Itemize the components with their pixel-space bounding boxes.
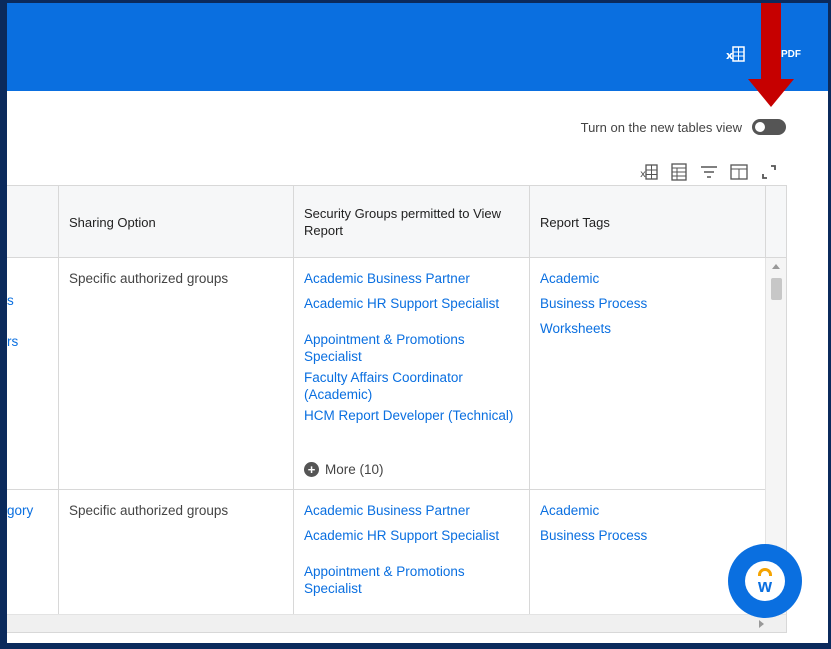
column-header-sharing-option[interactable]: Sharing Option	[59, 186, 294, 258]
column-header-truncated[interactable]	[7, 186, 59, 258]
annotation-arrow-head	[748, 79, 794, 107]
more-label: More (10)	[325, 462, 384, 477]
report-tag-link[interactable]: Business Process	[540, 295, 755, 312]
column-header-security-groups[interactable]: Security Groups permitted to View Report	[294, 186, 530, 258]
plus-circle-icon: +	[304, 462, 319, 477]
truncated-link[interactable]: s	[7, 292, 48, 309]
report-table: Sharing Option Security Groups permitted…	[7, 185, 787, 633]
scroll-up-arrow-icon[interactable]	[772, 264, 780, 269]
logo-w: w	[757, 575, 772, 596]
report-tag-link[interactable]: Worksheets	[540, 320, 755, 337]
security-groups-cell: Academic Business Partner Academic HR Su…	[294, 258, 530, 489]
report-tag-link[interactable]: Academic	[540, 502, 755, 519]
report-tags-cell: Academic Business Process Worksheets	[530, 258, 766, 489]
workday-logo-icon: w	[745, 561, 785, 601]
columns-icon[interactable]	[730, 163, 748, 181]
chat-assistant-button[interactable]: w	[728, 544, 802, 618]
security-group-link[interactable]: Appointment & Promotions Specialist	[304, 331, 519, 365]
truncated-link[interactable]: rs	[7, 333, 48, 350]
svg-text:x: x	[640, 169, 646, 180]
security-group-link[interactable]: Appointment & Promotions Specialist	[304, 563, 519, 597]
truncated-link[interactable]: gory	[7, 502, 48, 519]
more-button[interactable]: + More (10)	[304, 462, 384, 477]
security-group-link[interactable]: Faculty Affairs Coordinator (Academic)	[304, 369, 519, 403]
truncated-cell: s rs	[7, 258, 59, 489]
excel-export-icon[interactable]: x	[725, 43, 747, 65]
toggle-knob	[755, 122, 765, 132]
logo-arc	[758, 568, 772, 576]
scrollbar-thumb[interactable]	[771, 278, 782, 300]
new-tables-view-toggle-row: Turn on the new tables view	[581, 119, 786, 135]
table-toolbar: x	[640, 163, 778, 181]
security-group-link[interactable]: Academic HR Support Specialist	[304, 295, 519, 312]
sharing-option-cell: Specific authorized groups	[59, 258, 294, 489]
scroll-right-arrow-icon[interactable]	[759, 620, 764, 628]
security-group-link[interactable]: HCM Report Developer (Technical)	[304, 407, 519, 424]
page-header: x PDF	[7, 3, 828, 91]
sharing-option-cell: Specific authorized groups	[59, 490, 294, 614]
security-group-link[interactable]: Academic Business Partner	[304, 270, 519, 287]
excel-export-icon[interactable]: x	[640, 163, 658, 181]
security-groups-cell: Academic Business Partner Academic HR Su…	[294, 490, 530, 614]
pdf-export-icon[interactable]: PDF	[780, 43, 802, 65]
table-row: gory Specific authorized groups Academic…	[7, 490, 766, 614]
svg-text:x: x	[726, 49, 733, 62]
truncated-cell: gory	[7, 490, 59, 614]
grid-icon[interactable]	[670, 163, 688, 181]
column-header-report-tags[interactable]: Report Tags	[530, 186, 766, 258]
annotation-arrow-shaft	[761, 3, 781, 81]
sharing-option-value: Specific authorized groups	[69, 271, 229, 286]
toggle-label: Turn on the new tables view	[580, 119, 742, 135]
new-tables-view-toggle[interactable]	[752, 119, 786, 135]
fullscreen-icon[interactable]	[760, 163, 778, 181]
table-row: s rs Specific authorized groups Academic…	[7, 258, 766, 490]
horizontal-scrollbar[interactable]	[7, 614, 786, 632]
table-header: Sharing Option Security Groups permitted…	[7, 186, 786, 258]
security-group-link[interactable]: Academic HR Support Specialist	[304, 527, 519, 544]
pdf-label: PDF	[781, 48, 801, 60]
sharing-option-value: Specific authorized groups	[69, 503, 229, 518]
report-tag-link[interactable]: Business Process	[540, 527, 755, 544]
report-tag-link[interactable]: Academic	[540, 270, 755, 287]
filter-icon[interactable]	[700, 163, 718, 181]
security-group-link[interactable]: Academic Business Partner	[304, 502, 519, 519]
app-frame: x PDF Turn on the new tables view x Shar…	[0, 0, 831, 649]
